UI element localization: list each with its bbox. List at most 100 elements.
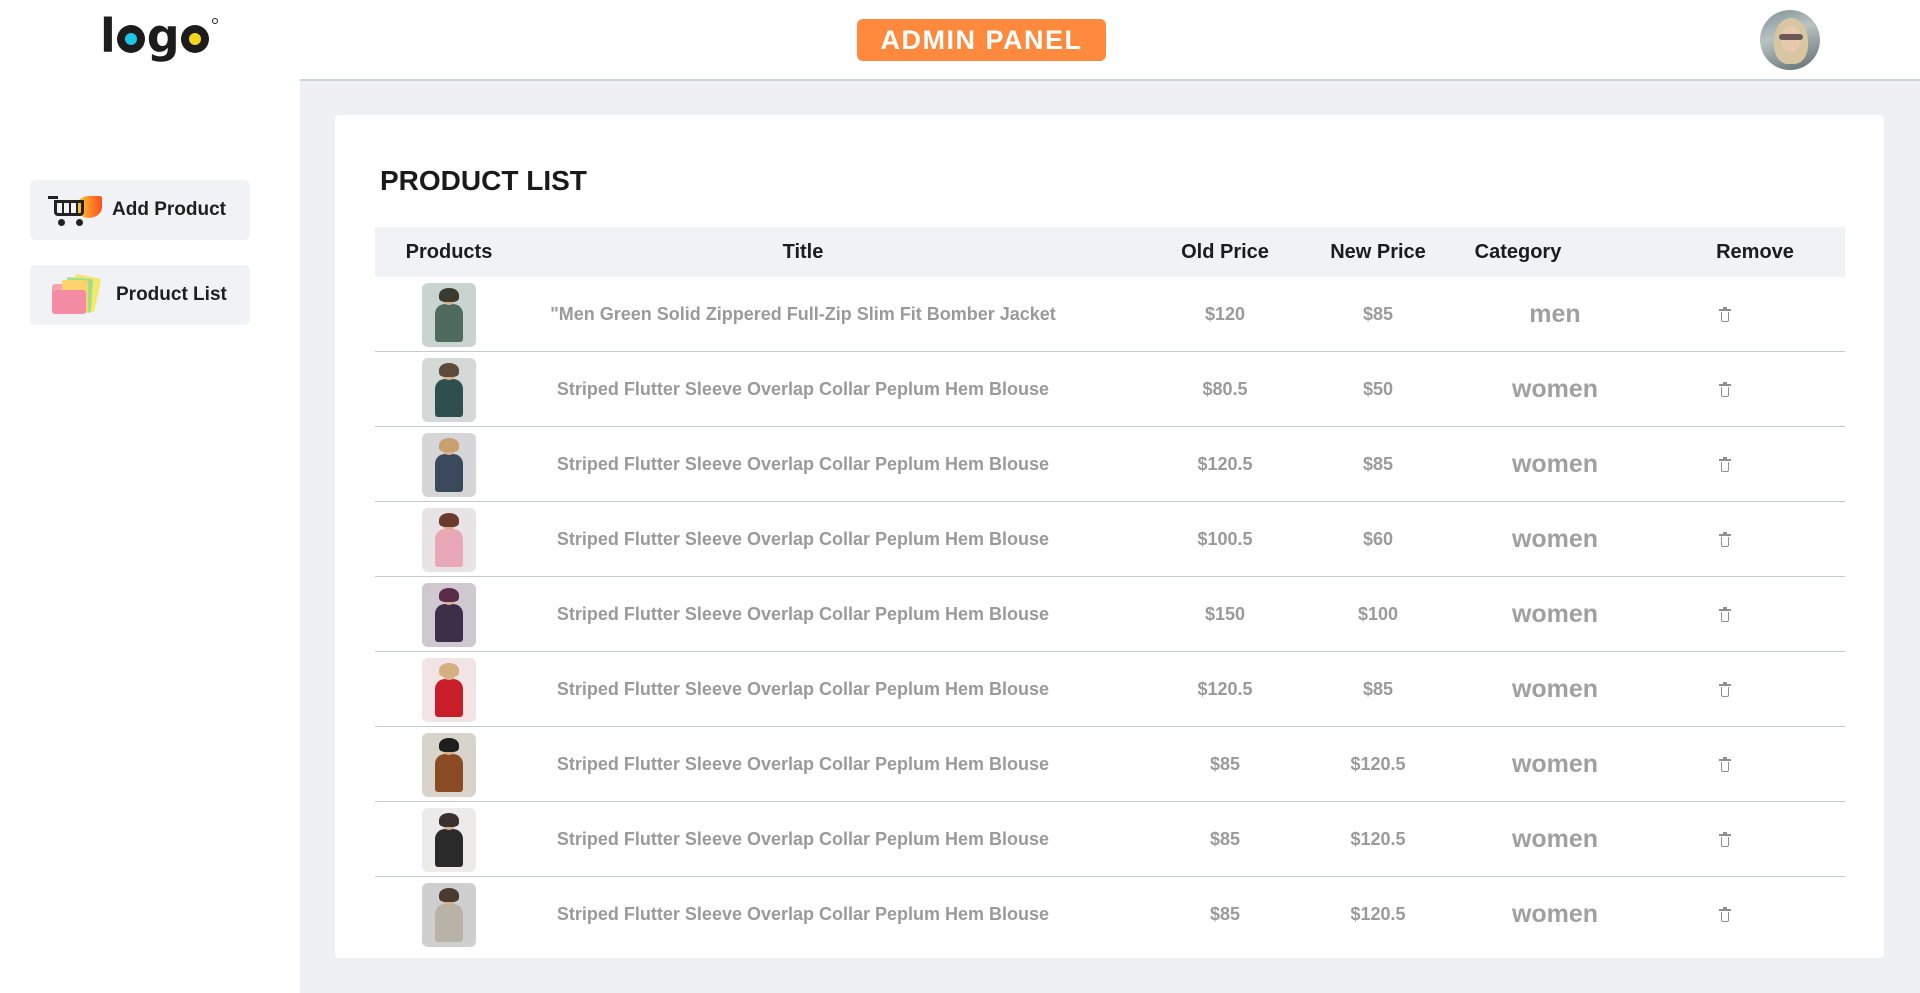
product-list-card: PRODUCT LIST Products Title Old Price Ne… [335, 115, 1884, 958]
table-row: Striped Flutter Sleeve Overlap Collar Pe… [375, 502, 1845, 577]
old-price: $120 [1204, 304, 1246, 324]
remove-cell [1700, 727, 1750, 802]
new-price: $120.5 [1350, 829, 1406, 849]
registered-mark-icon [211, 18, 218, 24]
table-row: Striped Flutter Sleeve Overlap Collar Pe… [375, 802, 1845, 877]
remove-cell [1700, 502, 1750, 577]
column-header-category: Category [1474, 240, 1562, 263]
logo-letter-g: g [146, 9, 180, 63]
category: women [1511, 750, 1599, 778]
product-image-cell [375, 427, 523, 502]
trash-icon[interactable] [1719, 831, 1731, 847]
column-header-old-price: Old Price [1181, 240, 1269, 263]
trash-icon[interactable] [1719, 681, 1731, 697]
product-image-cell [375, 577, 523, 652]
logo-letter-l: l [100, 9, 116, 63]
product-image-cell [375, 802, 523, 877]
new-price: $60 [1362, 529, 1394, 549]
page-title: PRODUCT LIST [380, 165, 587, 196]
product-thumbnail [422, 507, 476, 572]
old-price: $150 [1204, 604, 1246, 624]
logo-o-yellow [180, 25, 209, 53]
product-title: Striped Flutter Sleeve Overlap Collar Pe… [556, 829, 1050, 849]
folder-files-icon [52, 273, 106, 316]
product-image-cell [375, 877, 523, 952]
old-price: $80.5 [1202, 379, 1248, 399]
product-image-cell [375, 502, 523, 577]
table-row: Striped Flutter Sleeve Overlap Collar Pe… [375, 877, 1845, 952]
sidebar: Add Product Product List [0, 80, 300, 993]
new-price: $85 [1362, 679, 1394, 699]
product-title: Striped Flutter Sleeve Overlap Collar Pe… [556, 679, 1050, 699]
table-header: Products Title Old Price New Price Categ… [375, 227, 1845, 277]
product-image-cell [375, 652, 523, 727]
top-header: l g ADMIN PANEL [0, 0, 1920, 80]
cart-flame-icon [48, 190, 104, 230]
new-price: $120.5 [1350, 754, 1406, 774]
avatar[interactable] [1760, 10, 1820, 70]
trash-icon[interactable] [1719, 456, 1731, 472]
old-price: $100.5 [1197, 529, 1253, 549]
product-table-body: "Men Green Solid Zippered Full-Zip Slim … [375, 277, 1845, 952]
category: women [1511, 450, 1599, 478]
remove-cell [1700, 652, 1750, 727]
column-header-title: Title [782, 240, 824, 263]
table-row: "Men Green Solid Zippered Full-Zip Slim … [375, 277, 1845, 352]
old-price: $120.5 [1197, 454, 1253, 474]
category: women [1511, 900, 1599, 928]
product-thumbnail [422, 657, 476, 722]
product-thumbnail [422, 357, 476, 422]
category: men [1529, 300, 1581, 328]
product-thumbnail [422, 282, 476, 347]
product-thumbnail [422, 882, 476, 947]
category: women [1511, 600, 1599, 628]
category: women [1511, 375, 1599, 403]
table-row: Striped Flutter Sleeve Overlap Collar Pe… [375, 577, 1845, 652]
table-row: Striped Flutter Sleeve Overlap Collar Pe… [375, 352, 1845, 427]
avatar-glasses [1779, 34, 1803, 40]
product-title: Striped Flutter Sleeve Overlap Collar Pe… [556, 529, 1050, 549]
product-title: Striped Flutter Sleeve Overlap Collar Pe… [556, 379, 1050, 399]
remove-cell [1700, 577, 1750, 652]
trash-icon[interactable] [1719, 906, 1731, 922]
old-price: $85 [1209, 754, 1241, 774]
add-product-button[interactable]: Add Product [30, 180, 250, 240]
remove-cell [1700, 802, 1750, 877]
product-thumbnail [422, 807, 476, 872]
new-price: $85 [1362, 454, 1394, 474]
remove-cell [1700, 877, 1750, 952]
old-price: $85 [1209, 904, 1241, 924]
trash-icon[interactable] [1719, 306, 1731, 322]
table-row: Striped Flutter Sleeve Overlap Collar Pe… [375, 727, 1845, 802]
table-row: Striped Flutter Sleeve Overlap Collar Pe… [375, 652, 1845, 727]
column-header-new-price: New Price [1330, 240, 1426, 263]
trash-icon[interactable] [1719, 381, 1731, 397]
product-image-cell [375, 277, 523, 352]
category: women [1511, 675, 1599, 703]
product-list-button[interactable]: Product List [30, 265, 250, 325]
product-image-cell [375, 352, 523, 427]
old-price: $120.5 [1197, 679, 1253, 699]
new-price: $100 [1357, 604, 1399, 624]
new-price: $120.5 [1350, 904, 1406, 924]
logo[interactable]: l g [99, 6, 218, 66]
product-title: Striped Flutter Sleeve Overlap Collar Pe… [556, 904, 1050, 924]
logo-o-cyan [116, 25, 145, 53]
table-row: Striped Flutter Sleeve Overlap Collar Pe… [375, 427, 1845, 502]
category: women [1511, 525, 1599, 553]
product-thumbnail [422, 432, 476, 497]
trash-icon[interactable] [1719, 606, 1731, 622]
trash-icon[interactable] [1719, 531, 1731, 547]
new-price: $50 [1362, 379, 1394, 399]
remove-cell [1700, 277, 1750, 352]
remove-cell [1700, 427, 1750, 502]
product-thumbnail [422, 582, 476, 647]
product-title: Striped Flutter Sleeve Overlap Collar Pe… [556, 454, 1050, 474]
category: women [1511, 825, 1599, 853]
trash-icon[interactable] [1719, 756, 1731, 772]
product-list-label: Product List [116, 284, 227, 305]
column-header-remove: Remove [1716, 240, 1794, 263]
main-content: PRODUCT LIST Products Title Old Price Ne… [300, 81, 1920, 993]
product-title: "Men Green Solid Zippered Full-Zip Slim … [550, 304, 1056, 324]
old-price: $85 [1209, 829, 1241, 849]
